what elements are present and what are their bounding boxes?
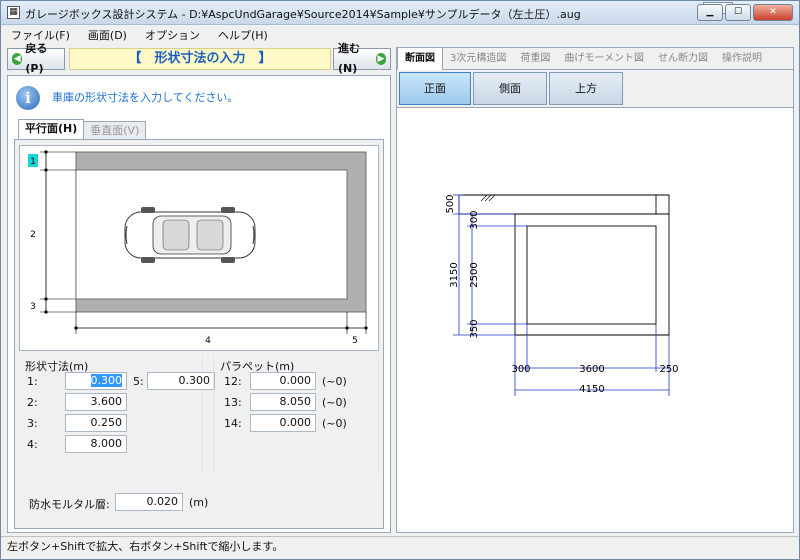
section-inner-rect <box>526 225 657 325</box>
shape-row-4: 4: 8.000 <box>19 435 203 455</box>
step-title: 【 形状寸法の入力 】 <box>69 48 331 70</box>
shape-row-2: 2: 3.600 <box>19 393 203 413</box>
maximize-button[interactable]: ☐ <box>725 4 751 21</box>
tab-panel: 1 2 3 4 5 形状寸法(m) 1: 0.300 5: 0.300 2: 3… <box>14 139 384 529</box>
tab-section[interactable]: 断面図 <box>397 48 443 70</box>
dim-label-4: 4 <box>205 336 211 346</box>
dim-bottom-right: 250 <box>659 364 678 375</box>
shape-label-5: 5: <box>133 375 144 388</box>
title-bar: ▦ ガレージボックス設計システム - D:¥AspcUndGarage¥Sour… <box>1 1 799 25</box>
dim-top-thickness: 500 <box>445 194 456 213</box>
drawing-tabs: 断面図 3次元構造図 荷重図 曲げモーメント図 せん断力図 操作説明 <box>397 48 793 70</box>
parapet-row-14: 14: 0.000 (~0) <box>214 414 380 434</box>
soil-hatch <box>480 194 496 202</box>
shape-input-5[interactable]: 0.300 <box>147 372 215 390</box>
parapet-suffix-14: (~0) <box>322 417 347 430</box>
tab-load[interactable]: 荷重図 <box>513 48 557 70</box>
parapet-label-12: 12: <box>224 375 242 388</box>
section-outline <box>458 194 670 336</box>
tab-vertical[interactable]: 垂直面(V) <box>83 121 147 139</box>
parapet-input-12[interactable]: 0.000 <box>250 372 316 390</box>
top-view-button[interactable]: 上方 <box>549 72 623 105</box>
menu-view[interactable]: 画面(D) <box>88 27 127 43</box>
shape-input-1[interactable]: 0.300 <box>65 372 127 390</box>
waterproof-input[interactable]: 0.020 <box>115 493 183 511</box>
shape-label-3: 3: <box>27 417 38 430</box>
waterproof-row: 防水モルタル層: 0.020 (m) <box>19 492 379 516</box>
shape-label-2: 2: <box>27 396 38 409</box>
plan-svg: 1 2 3 4 5 <box>28 150 368 346</box>
dim-label-3: 3 <box>30 302 36 312</box>
front-view-button[interactable]: 正面 <box>399 72 471 105</box>
section-canvas: 500 300 3150 2500 350 300 3600 250 4150 <box>397 110 793 532</box>
dimension-fields: 形状寸法(m) 1: 0.300 5: 0.300 2: 3.600 3: 0.… <box>19 356 379 474</box>
dim-top-slab: 300 <box>469 210 480 229</box>
parapet-row-13: 13: 8.050 (~0) <box>214 393 380 413</box>
dim-bottom-slab: 350 <box>469 319 480 338</box>
shape-input-3[interactable]: 0.250 <box>65 414 127 432</box>
car-icon <box>124 207 256 263</box>
waterproof-label: 防水モルタル層: <box>29 498 110 511</box>
shape-label-4: 4: <box>27 438 38 451</box>
dim-bottom-total: 4150 <box>579 384 604 395</box>
dim-label-5: 5 <box>352 336 358 346</box>
minimize-button[interactable]: ▁ <box>697 4 723 21</box>
parapet-label-14: 14: <box>224 417 242 430</box>
input-panel: i 車庫の形状寸法を入力してください。 平行面(H) 垂直面(V) 1 2 3 … <box>7 75 391 533</box>
nav-bar: ◀ 戻る(P) 【 形状寸法の入力 】 進む(N) ▶ <box>7 42 391 75</box>
menu-bar: ファイル(F) 画面(D) オプション ヘルプ(H) <box>1 25 799 44</box>
close-button[interactable]: ✕ <box>753 4 793 21</box>
next-arrow-icon: ▶ <box>375 53 386 65</box>
window-title: ガレージボックス設計システム - D:¥AspcUndGarage¥Source… <box>25 8 581 21</box>
dim-bottom-left: 300 <box>511 364 530 375</box>
dim-label-1: 1 <box>30 157 36 167</box>
plane-tabs: 平行面(H) 垂直面(V) <box>18 119 147 140</box>
shape-value-1: 0.300 <box>90 374 122 387</box>
shape-row-3: 3: 0.250 <box>19 414 203 434</box>
drawing-pane: 断面図 3次元構造図 荷重図 曲げモーメント図 せん断力図 操作説明 正面 側面… <box>396 47 794 533</box>
back-arrow-icon: ◀ <box>12 53 23 65</box>
dim-left-inner: 2500 <box>469 262 480 287</box>
back-button[interactable]: ◀ 戻る(P) <box>7 42 65 75</box>
dim-left-outer: 3150 <box>449 262 460 287</box>
tab-help[interactable]: 操作説明 <box>715 48 769 70</box>
parapet-row-12: 12: 0.000 (~0) <box>214 372 380 392</box>
next-button[interactable]: 進む(N) ▶ <box>333 42 391 75</box>
parapet-suffix-13: (~0) <box>322 396 347 409</box>
tab-3d-structure[interactable]: 3次元構造図 <box>443 48 513 70</box>
input-pane: ◀ 戻る(P) 【 形状寸法の入力 】 進む(N) ▶ i 車庫の形状寸法を入力… <box>7 42 391 533</box>
info-icon: i <box>16 86 40 110</box>
back-label: 戻る(P) <box>25 42 48 75</box>
dim-bottom-mid: 3600 <box>579 364 604 375</box>
parapet-input-13[interactable]: 8.050 <box>250 393 316 411</box>
shape-label-1: 1: <box>27 375 38 388</box>
tab-horizontal[interactable]: 平行面(H) <box>18 119 85 140</box>
app-window: ▦ ガレージボックス設計システム - D:¥AspcUndGarage¥Sour… <box>0 0 800 560</box>
shape-group: 形状寸法(m) 1: 0.300 5: 0.300 2: 3.600 3: 0.… <box>19 356 215 474</box>
menu-options[interactable]: オプション <box>145 27 200 43</box>
section-svg: 500 300 3150 2500 350 300 3600 250 4150 <box>445 194 679 396</box>
status-bar: 左ボタン+Shiftで拡大、右ボタン+Shiftで縮小します。 <box>1 536 799 559</box>
waterproof-unit: (m) <box>189 496 209 509</box>
menu-help[interactable]: ヘルプ(H) <box>218 27 268 43</box>
side-view-button[interactable]: 側面 <box>473 72 547 105</box>
plan-drawing: 1 2 3 4 5 <box>19 145 379 351</box>
tab-shear-force[interactable]: せん断力図 <box>651 48 715 70</box>
view-toolbar: 正面 側面 上方 <box>397 70 793 108</box>
info-message: 車庫の形状寸法を入力してください。 <box>52 91 239 104</box>
parapet-input-14[interactable]: 0.000 <box>250 414 316 432</box>
dim-label-2: 2 <box>30 230 36 240</box>
shape-input-4[interactable]: 8.000 <box>65 435 127 453</box>
grid-icon: ▦ <box>7 6 20 19</box>
parapet-suffix-12: (~0) <box>322 375 347 388</box>
parapet-group: パラペット(m) 12: 0.000 (~0) 13: 8.050 (~0) 1… <box>213 356 379 474</box>
parapet-label-13: 13: <box>224 396 242 409</box>
shape-row-1: 1: 0.300 5: 0.300 <box>19 372 215 392</box>
tab-bending-moment[interactable]: 曲げモーメント図 <box>557 48 651 70</box>
shape-input-2[interactable]: 3.600 <box>65 393 127 411</box>
next-label: 進む(N) <box>338 42 360 75</box>
